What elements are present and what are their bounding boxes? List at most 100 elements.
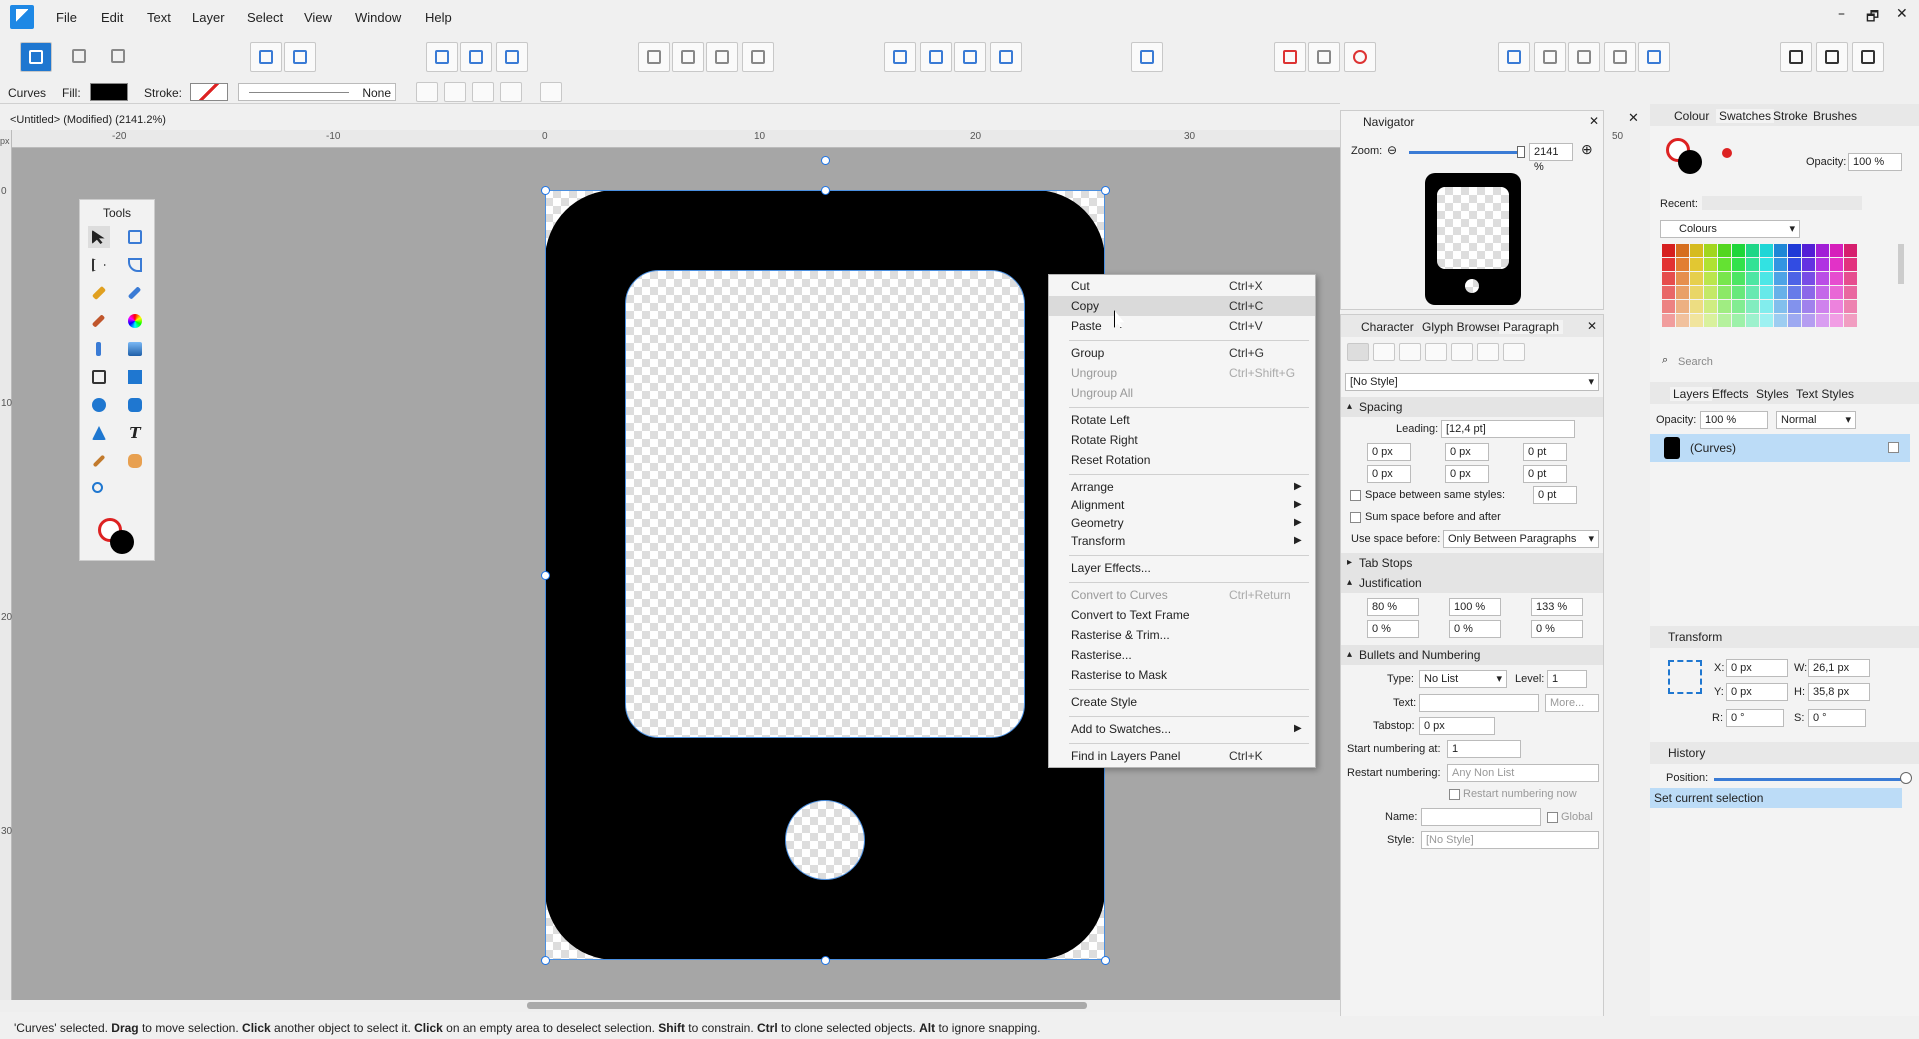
minimize-icon[interactable]: – xyxy=(1838,6,1845,22)
menu-alignment[interactable]: Alignment ▶ xyxy=(1049,495,1315,515)
space-same-styles-field[interactable]: 0 pt xyxy=(1533,486,1577,504)
view-tool[interactable] xyxy=(124,450,146,472)
tab-glyph-browser[interactable]: Glyph Browser xyxy=(1422,320,1501,334)
selection-handle[interactable] xyxy=(821,956,830,965)
justify-all-button[interactable] xyxy=(1503,343,1525,361)
palette-swatch[interactable] xyxy=(1676,258,1689,271)
palette-swatch[interactable] xyxy=(1830,272,1843,285)
menu-create-style[interactable]: Create Style xyxy=(1049,692,1315,712)
fill-tool[interactable] xyxy=(124,310,146,332)
palette-swatch[interactable] xyxy=(1690,244,1703,257)
palette-swatch[interactable] xyxy=(1662,286,1675,299)
palette-swatch[interactable] xyxy=(1718,314,1731,327)
phone-shape[interactable] xyxy=(545,190,1105,960)
palette-swatch[interactable] xyxy=(1802,272,1815,285)
menu-transform[interactable]: Transform ▶ xyxy=(1049,531,1315,551)
flip-horizontal-button[interactable] xyxy=(884,42,916,72)
boolean-xor-button[interactable] xyxy=(1604,42,1636,72)
swatch-fill-stroke[interactable] xyxy=(1666,138,1704,176)
zoom-out-icon[interactable]: ⊖ xyxy=(1387,143,1397,157)
tab-paragraph[interactable]: Paragraph xyxy=(1499,320,1564,334)
menu-cut[interactable]: Cut Ctrl+X xyxy=(1049,276,1315,296)
letter-spacing-min-field[interactable]: 0 % xyxy=(1367,620,1419,638)
palette-swatch[interactable] xyxy=(1760,314,1773,327)
palette-swatch[interactable] xyxy=(1802,300,1815,313)
vector-brush-tool[interactable] xyxy=(88,310,110,332)
menu-geometry[interactable]: Geometry ▶ xyxy=(1049,513,1315,533)
transparency-tool[interactable] xyxy=(88,338,110,360)
place-image-tool[interactable] xyxy=(124,338,146,360)
palette-swatch[interactable] xyxy=(1788,300,1801,313)
palette-swatch[interactable] xyxy=(1774,258,1787,271)
boolean-intersect-button[interactable] xyxy=(1568,42,1600,72)
history-slider[interactable] xyxy=(1714,778,1910,781)
palette-swatch[interactable] xyxy=(1788,314,1801,327)
palette-swatch[interactable] xyxy=(1662,258,1675,271)
palette-swatch[interactable] xyxy=(1704,300,1717,313)
palette-swatch[interactable] xyxy=(1718,272,1731,285)
stroke-style-select[interactable]: None xyxy=(238,83,396,101)
fill-swatch[interactable] xyxy=(90,83,128,101)
palette-swatch[interactable] xyxy=(1830,244,1843,257)
snapping-grid-button[interactable] xyxy=(1308,42,1340,72)
tab-styles[interactable]: Styles xyxy=(1756,387,1789,401)
palette-swatch[interactable] xyxy=(1746,286,1759,299)
palette-swatch[interactable] xyxy=(1774,244,1787,257)
palette-swatch[interactable] xyxy=(1746,314,1759,327)
ctx-button-3[interactable] xyxy=(472,82,494,102)
w-field[interactable]: 26,1 px xyxy=(1808,659,1870,677)
node-tool[interactable] xyxy=(88,254,110,276)
menu-add-to-swatches[interactable]: Add to Swatches... ▶ xyxy=(1049,719,1315,739)
history-entry[interactable]: Set current selection xyxy=(1650,788,1902,808)
designer-persona-button[interactable] xyxy=(20,42,52,72)
ctx-button-2[interactable] xyxy=(444,82,466,102)
palette-scrollbar[interactable] xyxy=(1898,244,1904,284)
selection-handle[interactable] xyxy=(541,186,550,195)
palette-swatch[interactable] xyxy=(1788,244,1801,257)
palette-swatch[interactable] xyxy=(1760,272,1773,285)
palette-swatch[interactable] xyxy=(1662,272,1675,285)
palette-swatch[interactable] xyxy=(1746,244,1759,257)
palette-swatch[interactable] xyxy=(1760,244,1773,257)
palette-swatch[interactable] xyxy=(1802,314,1815,327)
menu-rasterise[interactable]: Rasterise... xyxy=(1049,645,1315,665)
letter-spacing-desired-field[interactable]: 0 % xyxy=(1449,620,1501,638)
palette-select[interactable]: Colours ▾ xyxy=(1660,220,1800,238)
palette-swatch[interactable] xyxy=(1788,286,1801,299)
indent-hanging-field[interactable]: 0 px xyxy=(1445,465,1489,483)
palette-swatch[interactable] xyxy=(1718,258,1731,271)
palette-swatch[interactable] xyxy=(1774,286,1787,299)
menu-rasterise-trim[interactable]: Rasterise & Trim... xyxy=(1049,625,1315,645)
clear-button[interactable] xyxy=(284,42,316,72)
align-left-button[interactable] xyxy=(1347,343,1369,361)
menu-edit[interactable]: Edit xyxy=(101,10,123,25)
ctx-button-5[interactable] xyxy=(540,82,562,102)
selection-handle[interactable] xyxy=(1101,956,1110,965)
tab-swatches[interactable]: Swatches xyxy=(1716,109,1775,123)
palette-swatch[interactable] xyxy=(1662,300,1675,313)
close-panel-icon[interactable]: ✕ xyxy=(1589,114,1599,128)
insert-inside-button[interactable] xyxy=(1816,42,1848,72)
blend-mode-select[interactable]: Normal ▾ xyxy=(1776,411,1856,429)
palette-swatch[interactable] xyxy=(1760,286,1773,299)
pencil-tool[interactable] xyxy=(124,282,146,304)
pixel-persona-button[interactable] xyxy=(64,42,96,72)
justify-right-button[interactable] xyxy=(1477,343,1499,361)
word-spacing-desired-field[interactable]: 100 % xyxy=(1449,598,1501,616)
palette-swatch[interactable] xyxy=(1704,286,1717,299)
arrange-forward-button[interactable] xyxy=(706,42,738,72)
palette-swatch[interactable] xyxy=(1816,258,1829,271)
palette-swatch[interactable] xyxy=(1704,258,1717,271)
palette-swatch[interactable] xyxy=(1844,314,1857,327)
menu-reset-rotation[interactable]: Reset Rotation xyxy=(1049,450,1315,470)
justification-section[interactable]: Justification xyxy=(1341,573,1603,593)
palette-swatch[interactable] xyxy=(1676,272,1689,285)
history-slider-thumb[interactable] xyxy=(1900,772,1912,784)
tab-stroke[interactable]: Stroke xyxy=(1773,109,1808,123)
snap-button-1[interactable] xyxy=(426,42,458,72)
menu-rasterise-to-mask[interactable]: Rasterise to Mask xyxy=(1049,665,1315,685)
palette-swatch[interactable] xyxy=(1788,272,1801,285)
palette-swatch[interactable] xyxy=(1704,244,1717,257)
palette-swatch[interactable] xyxy=(1732,314,1745,327)
start-numbering-field[interactable]: 1 xyxy=(1447,740,1521,758)
